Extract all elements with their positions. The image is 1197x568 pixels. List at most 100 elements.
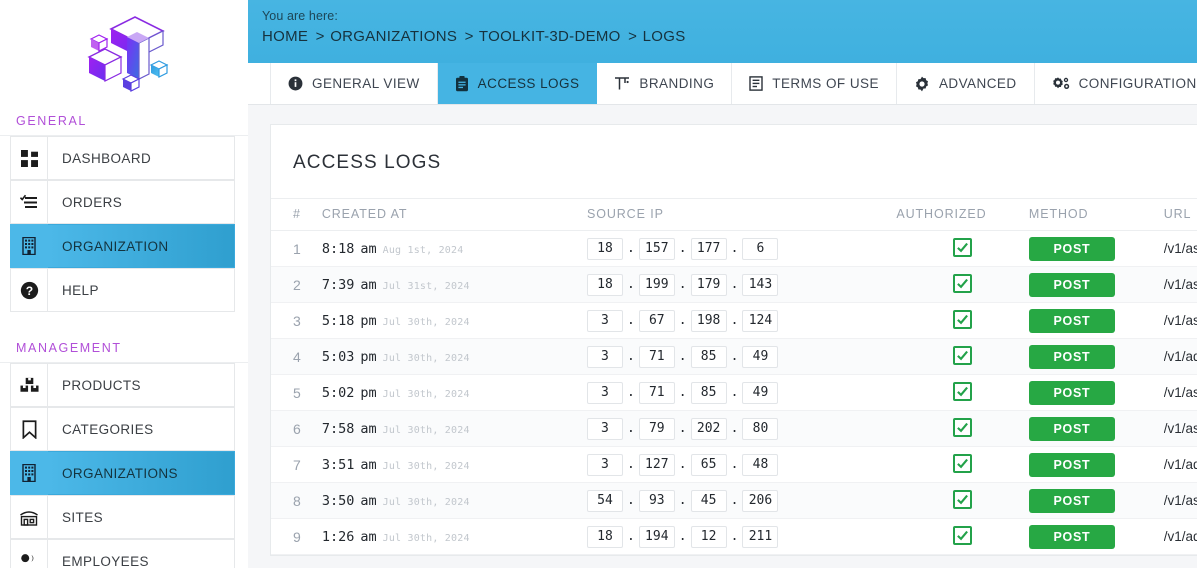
authorized-checkbox[interactable]	[953, 310, 973, 329]
ip-octet[interactable]: 54	[586, 489, 623, 512]
ip-octet[interactable]: 124	[742, 309, 779, 332]
ip-octet[interactable]: 199	[638, 273, 675, 296]
table-row[interactable]: 9 1:26 am Jul 30th, 2024 18. 194. 12. 211 POST/v…	[271, 518, 1197, 555]
column-header-source-ip[interactable]: SOURCE IP	[586, 198, 897, 231]
ip-octet[interactable]: 202	[690, 417, 727, 440]
table-row[interactable]: 1 8:18 am Aug 1st, 2024 18. 157. 177. 6 POST/v1/…	[271, 230, 1197, 267]
ip-octet[interactable]: 194	[638, 525, 675, 548]
ip-octet[interactable]: 80	[742, 417, 779, 440]
ip-octet[interactable]: 18	[586, 273, 623, 296]
tab-advanced[interactable]: ADVANCED	[896, 63, 1035, 104]
tab-label: ACCESS LOGS	[477, 76, 580, 91]
sidebar-item-organization[interactable]: ORGANIZATION	[0, 224, 248, 268]
ip-octet[interactable]: 93	[638, 489, 675, 512]
ip-octet[interactable]: 157	[638, 237, 675, 260]
ip-octet[interactable]: 3	[586, 345, 623, 368]
ip-octet[interactable]: 71	[638, 345, 675, 368]
column-header-index[interactable]: #	[271, 198, 322, 231]
order-list-icon	[10, 180, 48, 224]
ip-octet[interactable]: 45	[690, 489, 727, 512]
ip-octet[interactable]: 79	[638, 417, 675, 440]
authorized-checkbox[interactable]	[953, 238, 973, 257]
ip-octet[interactable]: 18	[586, 237, 623, 260]
sidebar-section-management: MANAGEMENT PRODUCTS CATEGORIES ORGANIZAT…	[0, 335, 248, 568]
authorized-checkbox[interactable]	[953, 382, 973, 401]
ip-octet[interactable]: 177	[690, 237, 727, 260]
sidebar-item-sites[interactable]: SITES	[0, 495, 248, 539]
logo[interactable]	[0, 0, 248, 108]
table-row[interactable]: 7 3:51 am Jul 30th, 2024 3. 127. 65. 48 POST/v1/…	[271, 446, 1197, 483]
ip-octet[interactable]: 85	[690, 345, 727, 368]
ip-separator: .	[626, 277, 635, 292]
ip-octet[interactable]: 143	[742, 273, 779, 296]
gear-icon	[914, 76, 930, 92]
ip-octet[interactable]: 67	[638, 309, 675, 332]
ip-octet[interactable]: 49	[742, 345, 779, 368]
breadcrumb-item-home[interactable]: HOME	[262, 28, 308, 45]
ip-octet[interactable]: 18	[586, 525, 623, 548]
sidebar-item-employees[interactable]: EMPLOYEES	[0, 539, 248, 568]
authorized-checkbox[interactable]	[953, 274, 973, 293]
ip-octet[interactable]: 71	[638, 381, 675, 404]
column-header-created-at[interactable]: CREATED AT	[321, 198, 587, 231]
tab-configuration[interactable]: CONFIGURATION	[1034, 63, 1197, 104]
url-cell: /v1/asset/do	[1163, 230, 1197, 267]
ip-octet[interactable]: 6	[742, 237, 779, 260]
authorized-checkbox[interactable]	[953, 526, 973, 545]
authorized-cell	[896, 518, 1029, 555]
authorized-checkbox[interactable]	[953, 454, 973, 473]
column-header-method[interactable]: METHOD	[1028, 198, 1164, 231]
column-header-url[interactable]: URL	[1163, 198, 1197, 231]
authorized-checkbox[interactable]	[953, 490, 973, 509]
sidebar-item-dashboard[interactable]: DASHBOARD	[0, 136, 248, 180]
ip-octet[interactable]: 49	[742, 381, 779, 404]
breadcrumb-item-organizations[interactable]: ORGANIZATIONS	[330, 28, 457, 45]
source-ip-cell: 18. 199. 179. 143	[586, 266, 897, 303]
ip-octet[interactable]: 3	[586, 417, 623, 440]
ip-octet[interactable]: 127	[638, 453, 675, 476]
sidebar-item-orders[interactable]: ORDERS	[0, 180, 248, 224]
method-cell: POST	[1028, 482, 1164, 519]
ip-octet[interactable]: 65	[690, 453, 727, 476]
boxes-icon	[10, 363, 48, 407]
ip-octet[interactable]: 3	[586, 453, 623, 476]
ip-octet[interactable]: 198	[690, 309, 727, 332]
source-ip-cell: 18. 157. 177. 6	[586, 230, 897, 267]
sidebar-section-title-management: MANAGEMENT	[0, 335, 248, 363]
row-index: 9	[271, 518, 322, 555]
ip-octet[interactable]: 206	[742, 489, 779, 512]
created-at-date: Aug 1st, 2024	[382, 244, 464, 256]
table-row[interactable]: 8 3:50 am Jul 30th, 2024 54. 93. 45. 206 POST/v1…	[271, 482, 1197, 519]
sidebar-item-products[interactable]: PRODUCTS	[0, 363, 248, 407]
tab-general-view[interactable]: GENERAL VIEW	[270, 63, 438, 104]
breadcrumb-item-logs[interactable]: LOGS	[643, 28, 686, 45]
table-row[interactable]: 6 7:58 am Jul 30th, 2024 3. 79. 202. 80 POST/v1/…	[271, 410, 1197, 447]
source-ip-cell: 3. 67. 198. 124	[586, 302, 897, 339]
ip-separator: .	[678, 313, 687, 328]
tab-branding[interactable]: BRANDING	[597, 63, 733, 104]
url-cell: /v1/adapters	[1163, 338, 1197, 375]
ip-octet[interactable]: 179	[690, 273, 727, 296]
ip-octet[interactable]: 211	[742, 525, 779, 548]
tab-terms-of-use[interactable]: TERMS OF USE	[732, 63, 897, 104]
sidebar-item-help[interactable]: ? HELP	[0, 268, 248, 312]
ip-octet[interactable]: 85	[690, 381, 727, 404]
sidebar-item-categories[interactable]: CATEGORIES	[0, 407, 248, 451]
ip-octet[interactable]: 12	[690, 525, 727, 548]
sidebar-item-organizations[interactable]: ORGANIZATIONS	[0, 451, 248, 495]
column-header-authorized[interactable]: AUTHORIZED	[896, 198, 1029, 231]
ip-octet[interactable]: 48	[742, 453, 779, 476]
ip-octet[interactable]: 3	[586, 381, 623, 404]
authorized-checkbox[interactable]	[953, 346, 973, 365]
tab-access-logs[interactable]: ACCESS LOGS	[437, 63, 598, 104]
table-row[interactable]: 3 5:18 pm Jul 30th, 2024 3. 67. 198. 124 POST/v1…	[271, 302, 1197, 339]
access-logs-table: # CREATED AT SOURCE IP AUTHORIZED METHOD…	[271, 198, 1197, 555]
question-circle-icon: ?	[10, 268, 48, 312]
authorized-cell	[896, 374, 1029, 411]
table-row[interactable]: 4 5:03 pm Jul 30th, 2024 3. 71. 85. 49 POST/v1/a…	[271, 338, 1197, 375]
table-row[interactable]: 2 7:39 am Jul 31st, 2024 18. 199. 179. 143 POST /…	[271, 266, 1197, 303]
breadcrumb-item-toolkit-3d-demo[interactable]: TOOLKIT-3D-DEMO	[479, 28, 621, 45]
ip-octet[interactable]: 3	[586, 309, 623, 332]
authorized-checkbox[interactable]	[953, 418, 973, 437]
table-row[interactable]: 5 5:02 pm Jul 30th, 2024 3. 71. 85. 49 POST/v1/a…	[271, 374, 1197, 411]
